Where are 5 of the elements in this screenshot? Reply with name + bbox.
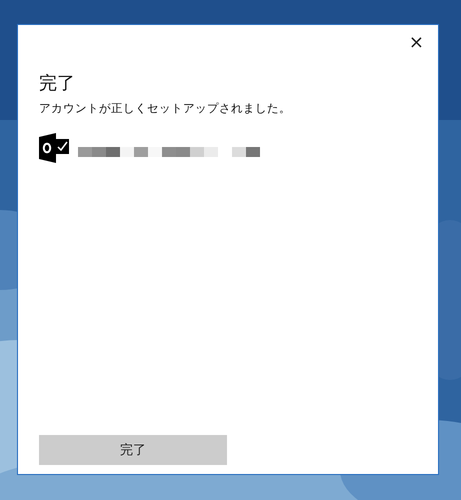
done-button[interactable]: 完了 [39, 435, 227, 465]
dialog-title: 完了 [39, 72, 76, 95]
dialog-message: アカウントが正しくセットアップされました。 [39, 101, 292, 116]
close-button[interactable]: × [402, 33, 438, 53]
mail-app-icon [39, 133, 69, 163]
